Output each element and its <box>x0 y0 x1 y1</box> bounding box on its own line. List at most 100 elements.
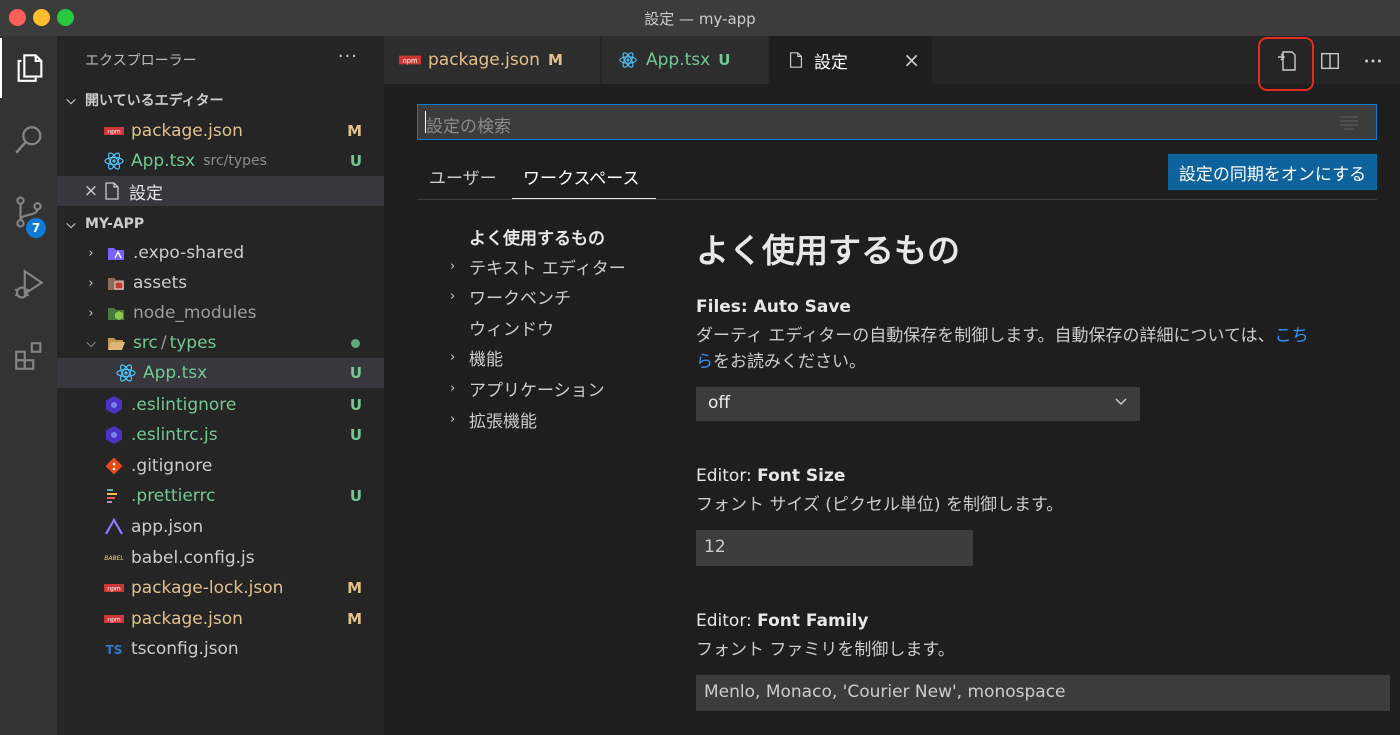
svg-text:npm: npm <box>403 57 418 65</box>
auto-save-select[interactable]: off <box>696 387 1140 421</box>
chevron-down-icon: ⌵ <box>66 216 76 231</box>
auto-save-docs-link[interactable]: ら <box>696 352 713 372</box>
chevron-right-icon: › <box>88 275 94 291</box>
svg-text:npm: npm <box>107 586 121 593</box>
npm-icon: npm <box>103 577 125 599</box>
explorer-more-button[interactable]: ··· <box>338 46 358 67</box>
toc-application[interactable]: › アプリケーション <box>450 374 605 402</box>
tab-settings[interactable]: 設定 × <box>770 36 933 84</box>
tree-folder[interactable]: › .expo-shared <box>57 238 384 268</box>
tab-user-settings[interactable]: ユーザー <box>429 158 497 200</box>
chevron-right-icon: › <box>450 349 456 365</box>
react-icon <box>616 49 640 71</box>
source-control-activity[interactable]: 7 <box>0 182 57 242</box>
files-icon <box>17 54 42 82</box>
filter-icon[interactable] <box>1338 114 1360 130</box>
project-header[interactable]: ⌵ MY-APP <box>57 210 384 238</box>
tree-file[interactable]: npm package-lock.json M <box>57 573 384 603</box>
tree-file[interactable]: .eslintrc.js U <box>57 420 384 450</box>
expo-icon <box>103 516 125 538</box>
close-icon[interactable]: × <box>83 181 99 201</box>
setting-description-auto-save: ダーティ エディターの自動保存を制御します。自動保存の詳細については、こち らを… <box>696 326 1309 372</box>
tab-package-json[interactable]: npm package.json M <box>384 36 601 84</box>
chevron-right-icon: › <box>450 288 456 304</box>
setting-label-font-size: Editor: Font Size <box>696 466 846 486</box>
chevron-right-icon: › <box>450 411 456 427</box>
tree-file[interactable]: .prettierrc U <box>57 481 384 511</box>
auto-save-docs-link[interactable]: こち <box>1275 326 1309 346</box>
search-activity[interactable] <box>0 110 57 170</box>
svg-text:BABEL: BABEL <box>104 555 123 562</box>
npm-icon: npm <box>398 49 422 71</box>
chevron-right-icon: › <box>88 305 94 321</box>
more-actions-icon <box>1365 59 1381 63</box>
tree-folder[interactable]: › assets <box>57 268 384 298</box>
chevron-down-icon: ⌵ <box>66 92 76 107</box>
open-editor-item[interactable]: × 設定 <box>57 176 384 206</box>
react-icon <box>115 362 137 384</box>
editor-tab-bar: npm package.json M App.tsx U 設定 × <box>384 36 1400 91</box>
tab-workspace-settings[interactable]: ワークスペース <box>512 158 656 200</box>
highlight-annotation <box>1258 37 1314 91</box>
tree-file[interactable]: App.tsx U <box>57 358 384 388</box>
explorer-title: エクスプローラー <box>85 53 197 69</box>
eslint-icon <box>103 394 125 416</box>
tree-file[interactable]: TS tsconfig.json <box>57 634 384 664</box>
more-actions-button[interactable] <box>1360 48 1386 74</box>
activity-bar: 7 <box>0 36 57 735</box>
turn-on-settings-sync-button[interactable]: 設定の同期をオンにする <box>1168 154 1377 190</box>
split-editor-button[interactable] <box>1317 48 1343 74</box>
tree-file[interactable]: npm package.json M <box>57 604 384 634</box>
title-bar: 設定 — my-app <box>0 0 1400 36</box>
expo-folder-icon <box>105 242 127 264</box>
tree-file[interactable]: .eslintignore U <box>57 390 384 420</box>
tree-folder[interactable]: ⌵ src / types <box>57 328 384 358</box>
toc-commonly-used[interactable]: よく使用するもの <box>450 222 605 250</box>
split-editor-icon <box>1321 52 1339 70</box>
chevron-down-icon <box>1115 398 1127 406</box>
toc-features[interactable]: › 機能 <box>450 343 503 371</box>
font-size-input[interactable]: 12 <box>696 530 973 566</box>
tree-file[interactable]: BABEL babel.config.js <box>57 543 384 573</box>
untracked-dot <box>351 338 360 348</box>
toc-workbench[interactable]: › ワークベンチ <box>450 282 571 310</box>
react-icon <box>103 150 125 172</box>
close-tab-button[interactable]: × <box>903 48 920 72</box>
toc-window[interactable]: ウィンドウ <box>450 313 554 341</box>
tab-app-tsx[interactable]: App.tsx U <box>602 36 769 84</box>
setting-label-auto-save: Files: Auto Save <box>696 297 851 317</box>
font-family-input[interactable]: Menlo, Monaco, 'Courier New', monospace <box>696 675 1390 711</box>
tree-file[interactable]: .gitignore <box>57 451 384 481</box>
chevron-right-icon: › <box>450 380 456 396</box>
run-debug-activity[interactable] <box>0 254 57 314</box>
tree-file[interactable]: app.json <box>57 512 384 542</box>
toc-text-editor[interactable]: › テキスト エディター <box>450 252 626 280</box>
run-debug-icon <box>14 269 44 299</box>
npm-icon: npm <box>103 608 125 630</box>
folder-open-icon <box>105 332 127 354</box>
open-editor-item[interactable]: App.tsx src/types U <box>57 146 384 176</box>
babel-icon: BABEL <box>103 547 125 569</box>
settings-search-input[interactable]: 設定の検索 <box>417 104 1377 140</box>
svg-text:npm: npm <box>107 617 121 624</box>
assets-folder-icon <box>105 272 127 294</box>
setting-label-font-family: Editor: Font Family <box>696 611 869 631</box>
setting-description-font-family: フォント ファミリを制御します。 <box>696 640 955 660</box>
scope-divider <box>417 199 1377 200</box>
extensions-activity[interactable] <box>0 326 57 386</box>
source-control-badge: 7 <box>26 218 46 238</box>
section-title: よく使用するもの <box>696 231 960 270</box>
file-icon <box>784 49 808 71</box>
open-editors-header[interactable]: ⌵ 開いているエディター <box>57 86 384 114</box>
chevron-right-icon: › <box>450 258 456 274</box>
git-icon <box>103 455 125 477</box>
svg-text:TS: TS <box>106 643 123 657</box>
explorer-activity[interactable] <box>0 38 57 98</box>
chevron-right-icon: › <box>88 245 94 261</box>
file-icon <box>101 180 123 202</box>
npm-icon: npm <box>103 120 125 142</box>
tree-folder[interactable]: › node_modules <box>57 298 384 328</box>
toc-extensions[interactable]: › 拡張機能 <box>450 405 537 433</box>
typescript-icon: TS <box>103 638 125 660</box>
open-editor-item[interactable]: npm package.json M <box>57 116 384 146</box>
